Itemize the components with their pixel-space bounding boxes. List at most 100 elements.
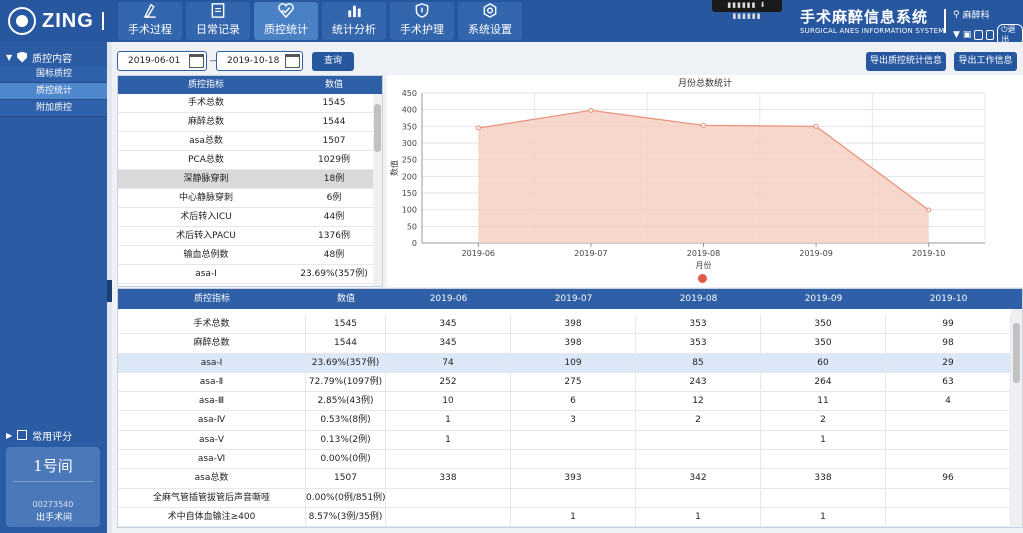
main-nav: 手术过程 日常记录 质控统计 统计分析 手术护理 系统设置 [118,2,522,40]
table-row[interactable]: PCA总数 1029例 [118,151,382,170]
table-cell: 85 [636,353,761,372]
table-cell [886,488,1011,507]
column-header[interactable]: 2019-08 [636,289,761,309]
column-header[interactable]: 2019-07 [511,289,636,309]
summary-table-scrollbar[interactable] [373,94,382,286]
table-cell: 2.85%(43例) [306,392,386,411]
sidebar-item-additional[interactable]: 附加质控 [0,100,107,117]
column-header[interactable]: 2019-10 [886,289,1011,309]
y-tick-label: 450 [402,89,417,98]
table-row[interactable]: asa-Ⅱ 72.79%(1097例) 252 275 243 264 63 [118,372,1013,393]
app-logo: ZING [8,6,114,36]
x-tick-label: 2019-08 [687,249,720,258]
export-work-button[interactable]: 导出工作信息 [954,52,1017,71]
nav-surgery-nursing[interactable]: 手术护理 [390,2,454,40]
room-card[interactable]: 1号间 00273540 出手术间 [6,447,100,527]
top-bar: ZING 手术过程 日常记录 质控统计 统计分析 手术护理 系统设置 ▮▮▮▮▮… [0,0,1023,46]
table-cell: 1 [636,507,761,527]
table-cell: 1 [511,507,636,527]
table-row[interactable]: asa-Ⅲ 2.85%(43例) 10 6 12 11 4 [118,392,1013,412]
score-icon [17,430,28,440]
table-row[interactable]: asa-Ⅴ 0.13%(2例) 1 1 [118,430,1013,451]
table-cell: 338 [761,469,886,488]
table-row[interactable]: asa-Ⅵ 0.00%(0例) [118,450,1013,470]
column-header[interactable]: 质控指标 [118,289,306,309]
table-row[interactable]: asa总数 1507 338 393 342 338 96 [118,469,1013,489]
y-tick-label: 300 [402,139,417,148]
scalpel-icon [144,3,156,18]
nav-quality-stats[interactable]: 质控统计 [254,2,318,40]
check-icon[interactable] [985,30,995,40]
table-cell [511,488,636,507]
table-row[interactable]: 手术总数 1545 345 398 353 350 99 [118,315,1013,335]
table-row[interactable]: 麻醉总数 1544 345 398 353 350 98 [118,334,1013,354]
table-row[interactable]: asa-Ⅰ 23.69%(357例) [118,265,382,284]
sidebar-item-quality-stats[interactable]: 质控统计 [0,83,107,100]
table-cell: 0.53%(8例) [306,411,386,430]
table-row[interactable]: 深静脉穿刺 18例 [118,170,382,189]
table-row[interactable]: 术中自体血输注≥400 8.57%(3例/35例) 1 1 1 [118,507,1013,527]
shirt-icon[interactable]: ▼ [953,30,960,40]
table-cell: asa-Ⅲ [118,392,306,411]
lock-icon[interactable]: ▣ [963,30,972,40]
table-cell: 1 [761,430,886,450]
detail-table-scrollbar[interactable] [1011,309,1022,527]
table-row[interactable]: 手术总数 1545 [118,94,382,113]
nav-stats-analysis[interactable]: 统计分析 [322,2,386,40]
gear-icon [483,3,497,18]
metric-name: 深静脉穿刺 [183,174,229,184]
metric-value: 1507 [322,136,346,146]
table-cell: 72.79%(1097例) [306,372,386,392]
metric-name: asa总数 [189,136,223,146]
calendar-icon[interactable] [285,54,300,68]
x-tick-label: 2019-07 [574,249,607,258]
column-header[interactable]: 2019-09 [761,289,886,309]
end-date-input[interactable]: 2019-10-18 [216,51,303,71]
help-icon[interactable] [974,30,983,40]
nav-surgery-process[interactable]: 手术过程 [118,2,182,40]
table-cell: 243 [636,372,761,392]
metric-value: 44例 [323,212,345,222]
table-row[interactable]: 全麻气管插管拔管后声音嘶哑 0.00%(0例/851例) [118,488,1013,508]
x-axis-label: 月份 [696,260,712,270]
chart-toggle-icon[interactable] [698,274,707,283]
nav-daily-record[interactable]: 日常记录 [186,2,250,40]
start-date-input[interactable]: 2019-06-01 [117,51,207,71]
system-title: 手术麻醉信息系统 SURGICAL ANES INFORMATION SYSTE… [800,8,945,35]
table-row[interactable]: 术后转入ICU 44例 [118,208,382,227]
table-row[interactable]: 术后转入PACU 1376例 [118,227,382,246]
sidebar-section-quality[interactable]: ▼ 质控内容 [0,48,107,66]
table-cell: 2 [761,411,886,430]
table-cell [511,450,636,469]
sidebar-section-common-score[interactable]: ▶ 常用评分 [0,426,107,444]
table-cell [386,488,511,507]
table-row[interactable]: asa-Ⅰ 23.69%(357例) 74 109 85 60 29 [118,353,1013,373]
column-header[interactable]: 2019-06 [386,289,511,309]
table-cell: 350 [761,315,886,334]
table-cell [886,450,1011,469]
table-cell: 0.00%(0例/851例) [306,488,386,507]
x-tick-label: 2019-09 [799,249,832,258]
table-row[interactable]: 麻醉总数 1544 [118,113,382,132]
column-header[interactable]: 数值 [306,289,386,309]
table-row[interactable]: asa-Ⅳ 0.53%(8例) 1 3 2 2 [118,411,1013,431]
table-cell: 1507 [306,469,386,488]
metric-value: 1376例 [318,231,350,241]
y-tick-label: 0 [412,239,417,248]
room-name: 1号间 [33,457,73,475]
query-button[interactable]: 查询 [312,52,354,71]
table-cell: 0.13%(2例) [306,430,386,450]
table-cell: asa-Ⅰ [118,353,306,372]
export-stats-button[interactable]: 导出质控统计信息 [866,52,946,71]
table-row[interactable]: 输血总例数 48例 [118,246,382,265]
table-row[interactable]: asa总数 1507 [118,132,382,151]
table-cell: 0.00%(0例) [306,450,386,469]
sidebar-item-national-standard[interactable]: 国标质控 [0,66,107,83]
table-row[interactable]: 中心静脉穿刺 6例 [118,189,382,208]
nav-system-settings[interactable]: 系统设置 [458,2,522,40]
monthly-chart-svg: 月份总数统计 0 50 100 150 200 250 300 350 400 450 2019-06… [389,77,986,270]
metric-name: 手术总数 [187,98,224,108]
calendar-icon[interactable] [189,54,204,68]
metric-value: 1029例 [318,155,350,165]
data-point [926,207,932,213]
